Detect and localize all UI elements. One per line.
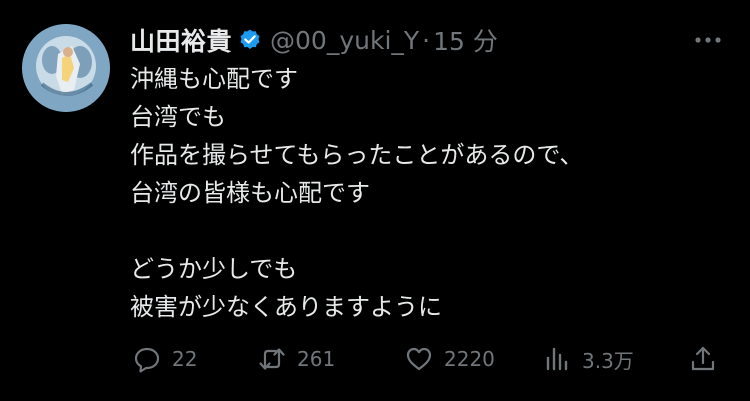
reply-button[interactable]: 22 bbox=[132, 340, 197, 378]
reply-count: 22 bbox=[172, 347, 198, 371]
display-name[interactable]: 山田裕貴 bbox=[130, 22, 232, 58]
share-icon bbox=[688, 344, 718, 374]
tweet-line: 台湾でも bbox=[130, 103, 226, 131]
views-count: 3.3万 bbox=[582, 348, 634, 373]
tweet[interactable]: 山田裕貴 @00_yuki_Y · 15 分 沖縄も心配です 台湾でも 作品を撮… bbox=[0, 0, 750, 401]
tweet-line: 台湾の皆様も心配です bbox=[130, 179, 370, 207]
like-button[interactable]: 2220 bbox=[404, 340, 495, 378]
retweet-icon bbox=[257, 344, 287, 374]
tweet-line: 被害が少なくありますように bbox=[130, 293, 442, 321]
tweet-line: 作品を撮らせてもらったことがあるので、 bbox=[130, 141, 584, 169]
tweet-text: 沖縄も心配です 台湾でも 作品を撮らせてもらったことがあるので、 台湾の皆様も心… bbox=[130, 60, 730, 326]
views-icon bbox=[542, 344, 572, 374]
views-button[interactable]: 3.3万 bbox=[542, 340, 634, 378]
tweet-line bbox=[130, 212, 730, 250]
share-button[interactable] bbox=[688, 340, 718, 378]
retweet-count: 261 bbox=[297, 347, 336, 371]
user-handle[interactable]: @00_yuki_Y bbox=[270, 26, 419, 55]
tweet-line: 沖縄も心配です bbox=[130, 65, 298, 93]
tweet-line: どうか少しでも bbox=[130, 255, 298, 283]
action-bar: 22 261 2220 3.3万 bbox=[128, 340, 728, 378]
tweet-header: 山田裕貴 @00_yuki_Y · 15 分 bbox=[130, 22, 498, 58]
separator-dot: · bbox=[422, 25, 431, 55]
like-count: 2220 bbox=[444, 347, 495, 371]
more-icon[interactable] bbox=[690, 26, 726, 54]
retweet-button[interactable]: 261 bbox=[257, 340, 335, 378]
reply-icon bbox=[132, 344, 162, 374]
avatar[interactable] bbox=[22, 24, 110, 112]
verified-badge-icon[interactable] bbox=[238, 28, 262, 52]
timestamp[interactable]: 15 分 bbox=[433, 22, 498, 58]
like-icon bbox=[404, 344, 434, 374]
